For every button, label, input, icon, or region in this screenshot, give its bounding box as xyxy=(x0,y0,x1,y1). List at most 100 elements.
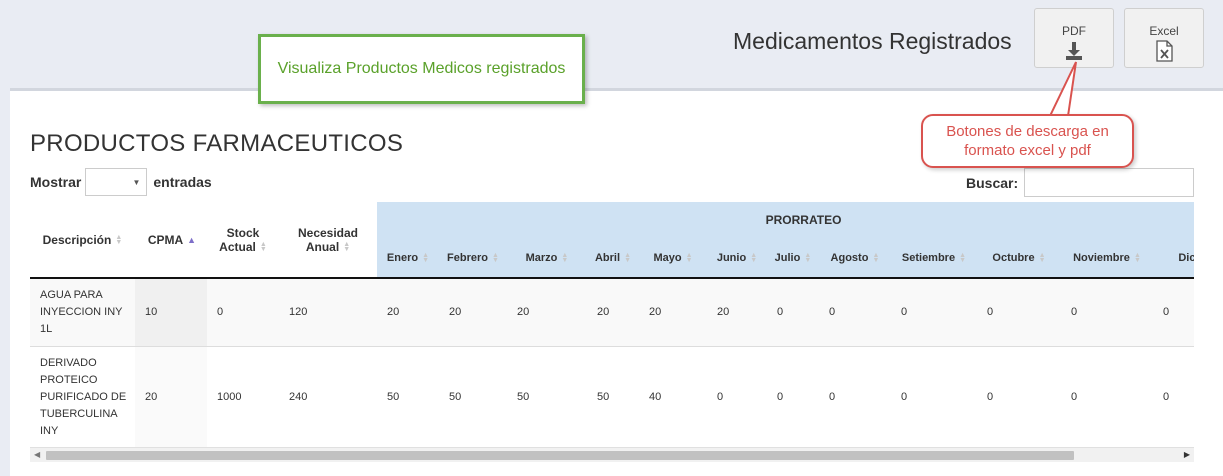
length-control: Mostrar ▼ entradas xyxy=(30,168,212,196)
column-label-line1: Necesidad xyxy=(297,225,359,240)
cell-month: 50 xyxy=(587,345,639,447)
cell-month: 0 xyxy=(767,345,819,447)
scroll-right-icon[interactable]: ▶ xyxy=(1184,450,1190,459)
cell-month: 0 xyxy=(819,278,891,346)
cell-month: 20 xyxy=(377,278,439,346)
sort-icon: ▲ ▼ xyxy=(115,234,123,247)
column-label: Junio xyxy=(716,251,747,264)
column-label: Febrero xyxy=(447,251,488,264)
sort-icon: ▲ ▼ xyxy=(1038,251,1046,264)
column-label: Agosto xyxy=(830,251,869,264)
table-row: AGUA PARA INYECCION INY 1L 10 0 120 20 20 20 20 20… xyxy=(30,278,1194,346)
horizontal-scrollbar[interactable]: ◀ ▶ xyxy=(30,447,1194,462)
column-header-month[interactable]: Dicie xyxy=(1153,238,1194,279)
cell-month: 20 xyxy=(587,278,639,346)
column-label: Dicie xyxy=(1178,251,1194,264)
products-table: Descripción ▲ ▼ CPMA ▲ Stock Actual ▲ ▼ Neces… xyxy=(30,202,1194,447)
sort-asc-icon: ▲ xyxy=(187,234,197,245)
cell-cpma: 20 xyxy=(135,345,207,447)
column-header-descripcion[interactable]: Descripción ▲ ▼ xyxy=(30,202,135,279)
cell-month: 20 xyxy=(439,278,507,346)
cell-descripcion-line: 1L xyxy=(40,322,53,335)
download-icon xyxy=(1066,42,1082,60)
scrollbar-thumb[interactable] xyxy=(46,451,1074,460)
column-header-month[interactable]: Enero ▲ ▼ xyxy=(377,238,439,279)
search-label: Buscar: xyxy=(966,174,1019,191)
sort-icon: ▲ ▼ xyxy=(492,251,499,264)
column-header-month[interactable]: Junio ▲ ▼ xyxy=(707,238,767,279)
cell-month: 0 xyxy=(1061,278,1153,346)
column-group-prorrateo: PRORRATEO xyxy=(377,202,1194,238)
sort-icon: ▲ ▼ xyxy=(624,251,631,264)
sort-icon: ▲ ▼ xyxy=(750,251,758,264)
cell-descripcion-line: PROTEICO xyxy=(40,373,98,386)
column-label: CPMA xyxy=(147,232,184,247)
column-header-month[interactable]: Mayo ▲ ▼ xyxy=(639,238,707,279)
sort-icon: ▲ ▼ xyxy=(343,241,351,254)
column-label: Octubre xyxy=(992,251,1035,264)
cell-month: 0 xyxy=(707,345,767,447)
search-control: Buscar: xyxy=(966,168,1195,197)
cell-descripcion-line: AGUA PARA xyxy=(40,288,103,301)
cell-necesidad: 240 xyxy=(279,345,377,447)
sort-icon: ▲ ▼ xyxy=(872,251,880,264)
column-label: Abril xyxy=(594,251,621,264)
excel-export-label: Excel xyxy=(1149,24,1179,38)
column-label: Mayo xyxy=(653,251,682,264)
cell-month: 0 xyxy=(891,278,977,346)
column-label: Descripción xyxy=(42,232,112,247)
column-header-month[interactable]: Agosto ▲ ▼ xyxy=(819,238,891,279)
table-row: DERIVADO PROTEICO PURIFICADO DE TUBERCULINA… xyxy=(30,345,1194,447)
products-table-wrapper: Descripción ▲ ▼ CPMA ▲ Stock Actual ▲ ▼ Neces… xyxy=(30,202,1194,447)
cell-descripcion-line: DERIVADO xyxy=(40,356,97,369)
annotation-line-1: Botones de descarga en xyxy=(946,123,1109,140)
sort-icon: ▲ ▼ xyxy=(561,251,569,264)
cell-month: 0 xyxy=(1061,345,1153,447)
sort-icon: ▲ ▼ xyxy=(422,251,430,264)
cell-month: 0 xyxy=(819,345,891,447)
pdf-export-label: PDF xyxy=(1062,24,1086,38)
cell-month: 0 xyxy=(1153,278,1194,346)
cell-month: 0 xyxy=(1153,345,1194,447)
scroll-left-icon[interactable]: ◀ xyxy=(34,450,40,459)
annotation-pointer xyxy=(1048,61,1077,118)
cell-descripcion-line: TUBERCULINA xyxy=(40,407,118,420)
column-header-month[interactable]: Febrero ▲ ▼ xyxy=(439,238,507,279)
cell-month: 20 xyxy=(507,278,587,346)
column-header-month[interactable]: Setiembre ▲ ▼ xyxy=(891,238,977,279)
cell-stock: 0 xyxy=(207,278,279,346)
cell-necesidad: 120 xyxy=(279,278,377,346)
excel-export-button[interactable]: Excel xyxy=(1124,8,1204,68)
column-header-cpma[interactable]: CPMA ▲ xyxy=(135,202,207,279)
column-header-necesidad[interactable]: Necesidad Anual ▲ ▼ xyxy=(279,202,377,279)
search-input[interactable] xyxy=(1024,168,1195,197)
cell-descripcion-line: INYECCION INY xyxy=(40,305,123,318)
annotation-note-products: Visualiza Productos Medicos registrados xyxy=(258,34,585,104)
page-title: Medicamentos Registrados xyxy=(733,28,1012,54)
table-body: AGUA PARA INYECCION INY 1L 10 0 120 20 20 20 20 20… xyxy=(30,278,1194,447)
column-header-month[interactable]: Noviembre ▲ ▼ xyxy=(1061,238,1153,279)
section-title: PRODUCTOS FARMACEUTICOS xyxy=(30,130,404,157)
cell-month: 50 xyxy=(439,345,507,447)
cell-descripcion: AGUA PARA INYECCION INY 1L xyxy=(30,278,135,346)
pdf-export-button[interactable]: PDF xyxy=(1034,8,1114,68)
sort-icon: ▲ ▼ xyxy=(959,251,967,264)
cell-cpma: 10 xyxy=(135,278,207,346)
column-label: Setiembre xyxy=(901,251,956,264)
annotation-line-2: formato excel y pdf xyxy=(964,142,1091,159)
column-header-month[interactable]: Abril ▲ ▼ xyxy=(587,238,639,279)
column-header-stock[interactable]: Stock Actual ▲ ▼ xyxy=(207,202,279,279)
column-header-month[interactable]: Julio ▲ ▼ xyxy=(767,238,819,279)
column-header-month[interactable]: Marzo ▲ ▼ xyxy=(507,238,587,279)
column-label: Enero xyxy=(386,251,419,264)
sort-icon: ▲ ▼ xyxy=(685,251,693,264)
column-header-month[interactable]: Octubre ▲ ▼ xyxy=(977,238,1061,279)
entries-label: entradas xyxy=(153,174,212,190)
show-label: Mostrar xyxy=(30,174,82,190)
length-select[interactable]: ▼ xyxy=(85,168,148,196)
cell-month: 20 xyxy=(707,278,767,346)
chevron-down-icon: ▼ xyxy=(132,178,141,187)
column-label-line2: Anual xyxy=(305,239,340,254)
annotation-note-downloads: Botones de descarga en formato excel y p… xyxy=(921,114,1134,168)
cell-month: 0 xyxy=(891,345,977,447)
